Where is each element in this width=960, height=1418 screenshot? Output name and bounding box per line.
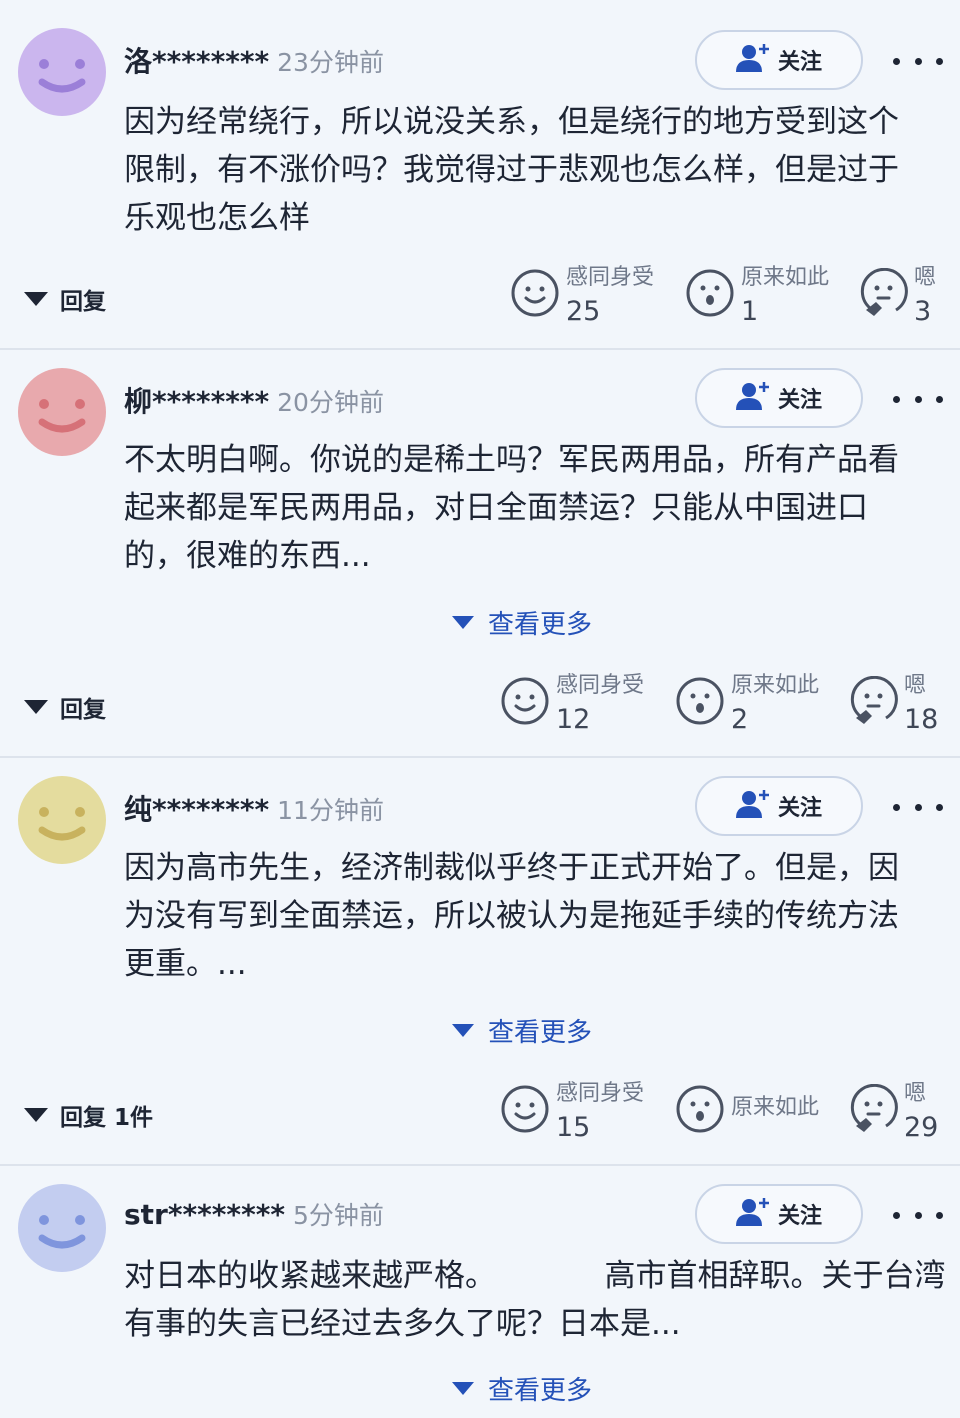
username[interactable]: 纯******** 11分钟前 [124,788,384,828]
reaction-count: 25 [566,296,601,327]
reaction-empathy[interactable]: 感同身受 12 [500,672,644,740]
timestamp: 20分钟前 [277,388,384,417]
username[interactable]: str******** 5分钟前 [124,1196,384,1232]
see-more-label: 查看更多 [488,1018,593,1048]
reaction-count: 12 [556,704,591,735]
comment-card: 柳******** 20分钟前 关注 不太明白啊。你说的是稀土吗？军民两用品，所有… [0,350,960,758]
avatar[interactable] [18,1184,106,1272]
reply-label: 回复 [60,697,106,723]
follow-button[interactable]: 关注 [695,1184,863,1244]
reply-label: 回复 1件 [60,1105,154,1131]
smile-icon [500,1084,550,1134]
reaction-count: 29 [904,1112,939,1143]
comment-card: 纯******** 11分钟前 关注 因为高市先生，经济制裁似乎终于正式开始了。但… [0,758,960,1166]
reaction-label: 感同身受 [556,1081,645,1106]
username[interactable]: 柳******** 20分钟前 [124,380,384,420]
reaction-label: 感同身受 [566,265,655,290]
reaction-label: 原来如此 [731,1095,820,1120]
reaction-count: 15 [556,1112,591,1143]
reaction-label: 嗯 [914,265,937,290]
triangle-down-icon [24,1108,48,1122]
reaction-label: 感同身受 [556,673,645,698]
more-options-icon[interactable] [893,46,943,76]
reaction-hmm[interactable]: 嗯3 [858,264,936,332]
add-user-icon [735,381,770,415]
triangle-down-icon [24,700,48,714]
comment-card: 洛******** 23分钟前 关注 因为经常绕行，所以说没关系，但是绕行的地方受… [0,0,960,350]
see-more-label: 查看更多 [488,610,593,640]
reaction-i-see[interactable]: 原来如此 1 [685,264,829,332]
follow-label: 关注 [777,388,822,413]
more-options-icon[interactable] [893,1200,943,1230]
see-more-link[interactable]: 查看更多 [452,1012,592,1049]
follow-button[interactable]: 关注 [695,776,863,836]
avatar[interactable] [18,776,106,864]
follow-button[interactable]: 关注 [695,30,863,90]
thinking-icon [848,675,898,726]
comment-text: 对日本的收紧越来越严格。 高市首相辞职。关于台湾 有事的失言已经过去多久了呢？日… [124,1258,946,1342]
smile-icon [500,676,550,726]
reply-toggle[interactable]: 回复 [24,690,106,724]
reaction-empathy[interactable]: 感同身受 15 [500,1080,644,1148]
follow-label: 关注 [777,796,822,821]
timestamp: 11分钟前 [277,796,384,825]
comment-card: str******** 5分钟前 关注 对日本的收紧越来越严格。 高市首相辞职。关… [0,1166,960,1418]
reaction-count: 1 [741,296,759,327]
follow-button[interactable]: 关注 [695,368,863,428]
reaction-i-see[interactable]: 原来如此 2 [675,672,819,740]
username[interactable]: 洛******** 23分钟前 [124,40,384,80]
add-user-icon [735,789,770,823]
reaction-count: 2 [731,704,749,735]
triangle-down-icon [452,616,474,629]
timestamp: 23分钟前 [277,48,384,77]
reaction-label: 嗯 [904,1081,927,1106]
reaction-hmm[interactable]: 嗯 18 [848,672,938,740]
reaction-label: 嗯 [904,673,927,698]
triangle-down-icon [452,1382,474,1395]
surprised-icon [675,1084,725,1134]
comment-text: 因为经常绕行，所以说没关系，但是绕行的地方受到这个 限制，有不涨价吗？我觉得过于… [124,104,899,236]
triangle-down-icon [452,1024,474,1037]
follow-label: 关注 [777,50,822,75]
reaction-label: 原来如此 [741,265,830,290]
reaction-hmm[interactable]: 嗯 29 [848,1080,938,1148]
reaction-count: 18 [904,704,939,735]
thinking-icon [848,1083,898,1134]
thinking-icon [858,267,908,318]
smile-icon [510,268,560,318]
follow-label: 关注 [777,1204,822,1229]
triangle-down-icon [24,292,48,306]
avatar[interactable] [18,368,106,456]
reply-toggle[interactable]: 回复 [24,282,106,316]
more-options-icon[interactable] [893,792,943,822]
see-more-label: 查看更多 [488,1376,593,1406]
reaction-count: 3 [914,296,932,327]
timestamp: 5分钟前 [293,1201,384,1230]
comment-text: 因为高市先生，经济制裁似乎终于正式开始了。但是，因 为没有写到全面禁运，所以被认… [124,850,899,982]
comment-text: 不太明白啊。你说的是稀土吗？军民两用品，所有产品看 起来都是军民两用品，对日全面… [124,442,899,574]
reply-label: 回复 [60,289,106,315]
avatar[interactable] [18,28,106,116]
surprised-icon [675,676,725,726]
reaction-empathy[interactable]: 感同身受 25 [510,264,654,332]
more-options-icon[interactable] [893,384,943,414]
add-user-icon [735,1197,770,1231]
reaction-i-see[interactable]: 原来如此 [675,1080,819,1134]
see-more-link[interactable]: 查看更多 [452,604,592,641]
reply-toggle[interactable]: 回复 1件 [24,1098,153,1132]
reaction-label: 原来如此 [731,673,820,698]
add-user-icon [735,43,770,77]
see-more-link[interactable]: 查看更多 [452,1370,592,1407]
surprised-icon [685,268,735,318]
